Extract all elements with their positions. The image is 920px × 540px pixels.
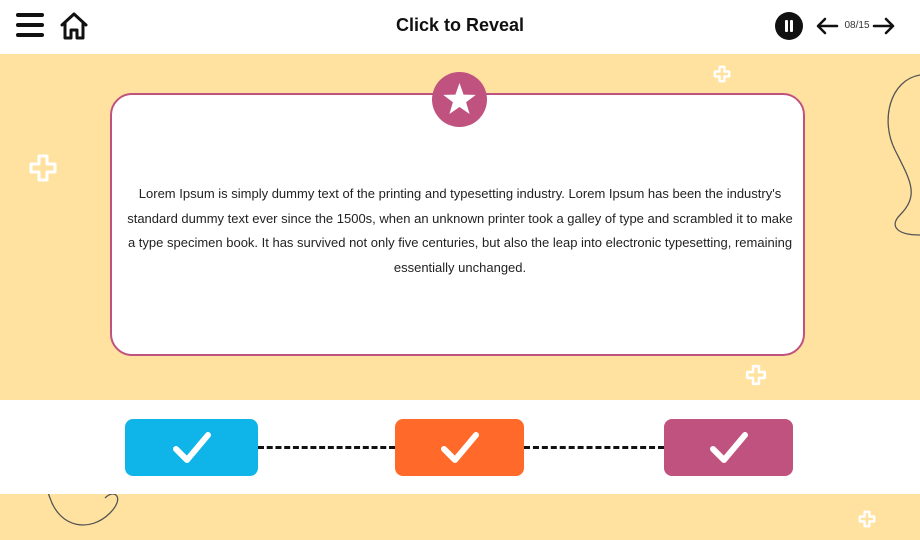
dashed-connector	[258, 446, 395, 449]
reveal-button-1[interactable]	[125, 419, 258, 476]
checkmark-icon	[709, 431, 748, 463]
pause-icon[interactable]	[775, 12, 803, 40]
checkmark-icon	[440, 431, 479, 463]
card-body-text: Lorem Ipsum is simply dummy text of the …	[127, 186, 793, 275]
page-counter: 08/15	[844, 20, 870, 31]
arrow-right-icon[interactable]	[872, 16, 896, 36]
decorative-plus-shape	[858, 510, 876, 528]
checkmark-icon	[172, 431, 211, 463]
decorative-plus-shape	[745, 364, 767, 386]
reveal-button-3[interactable]	[664, 419, 793, 476]
arrow-left-icon[interactable]	[815, 16, 839, 36]
star-icon	[432, 72, 487, 127]
reveal-button-2[interactable]	[395, 419, 524, 476]
decorative-plus-shape	[713, 65, 731, 83]
decorative-squiggle-right	[887, 74, 920, 236]
top-bar: Click to Reveal 08/15	[0, 0, 920, 54]
dashed-connector	[524, 446, 664, 449]
decorative-plus-shape	[29, 154, 57, 182]
